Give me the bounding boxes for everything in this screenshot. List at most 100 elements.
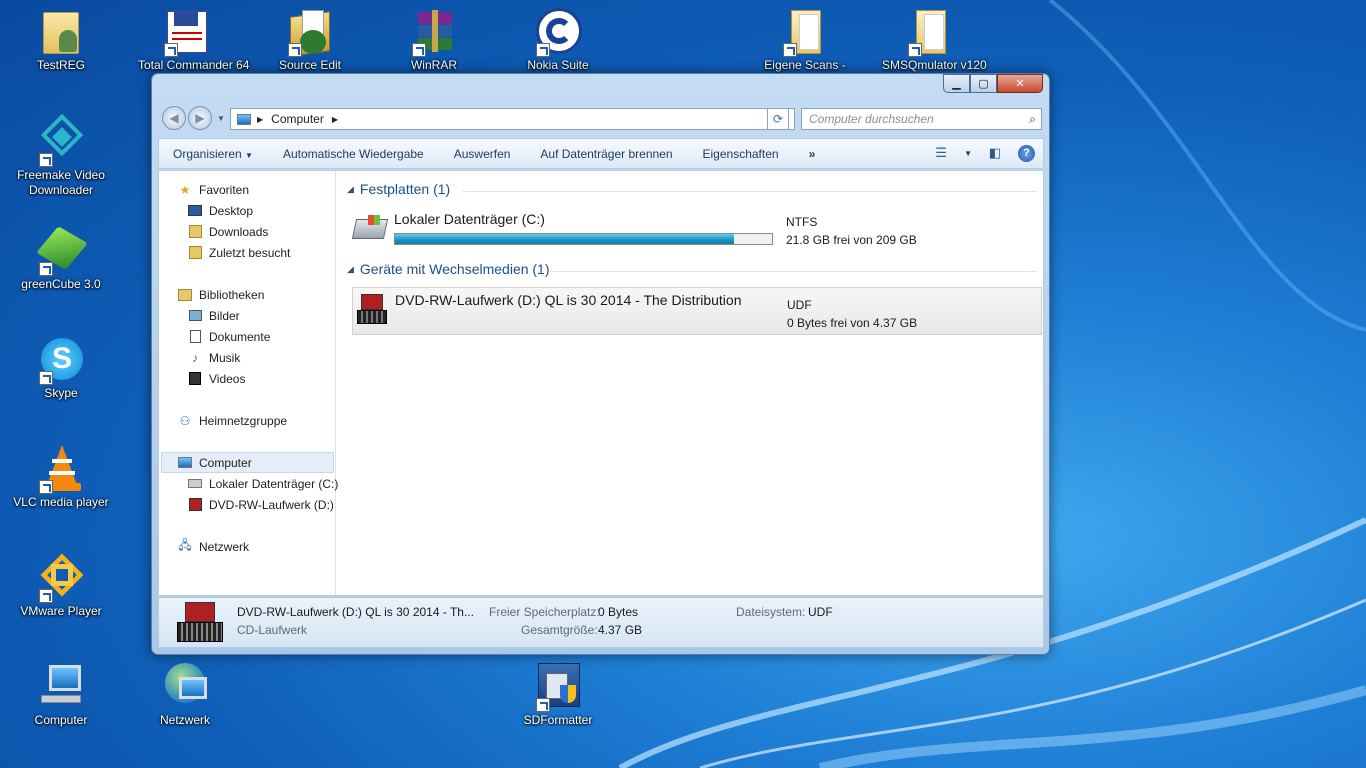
nav-libraries[interactable]: Bibliotheken [177,284,264,305]
folder-user-icon [37,8,85,56]
minimize-button[interactable]: ▁ [943,74,970,93]
back-button[interactable]: ◀ [162,106,186,130]
desktop-icon-skype[interactable]: S Skype [13,336,109,401]
details-type: CD-Laufwerk [237,623,308,637]
folder-icon [906,8,954,57]
maximize-button[interactable]: ▢ [970,74,997,93]
refresh-icon: ⟳ [772,112,784,126]
toolbar-eject[interactable]: Auswerfen [454,147,511,161]
collapse-triangle-icon: ◢ [347,183,354,194]
nokia-suite-icon [534,8,582,57]
desktop-icon-testreg[interactable]: TestREG [13,8,109,73]
desktop-icon-nokia-suite[interactable]: Nokia Suite [510,8,606,73]
details-title: DVD-RW-Laufwerk (D:) QL is 30 2014 - Th.… [237,605,474,619]
close-button[interactable]: ✕ [997,74,1043,93]
nav-pictures[interactable]: Bilder [187,305,240,326]
history-dropdown-icon[interactable]: ▼ [217,114,225,123]
forward-arrow-icon: ▶ [195,111,205,125]
details-total-label: Gesamtgröße: [521,623,598,637]
computer-monitor-icon [37,663,85,711]
nav-videos[interactable]: Videos [187,368,245,389]
green-cube-icon [36,226,88,276]
help-icon[interactable]: ? [1018,144,1035,162]
skype-icon: S [37,336,85,385]
freemake-diamond-icon [37,113,85,167]
breadcrumb-computer[interactable]: Computer [271,112,324,126]
desktop-icon-winrar[interactable]: WinRAR [386,8,482,73]
desktop-icon-total-commander[interactable]: Total Commander 64 [138,8,249,73]
details-free-label: Freier Speicherplatz: [489,605,600,619]
nav-music[interactable]: ♪ Musik [187,347,240,368]
view-options-icon[interactable]: ☰ [932,144,950,162]
floppy-disk-icon [162,8,210,57]
dvd-drive-large-icon [177,602,223,644]
film-icon [187,371,203,387]
preview-pane-icon[interactable]: ◧ [986,144,1004,162]
desktop-icon-smsqmulator[interactable]: SMSQmulator v120 [882,8,987,73]
pictures-icon [187,308,203,324]
nav-downloads[interactable]: Downloads [187,221,268,242]
homegroup-icon: ⚇ [179,413,191,428]
desktop-icon-vmware[interactable]: VMware Player [13,553,109,619]
toolbar-properties[interactable]: Eigenschaften [703,147,779,161]
downloads-folder-icon [187,224,203,240]
drive-d-item[interactable]: DVD-RW-Laufwerk (D:) QL is 30 2014 - The… [352,287,1042,335]
drive-c-item[interactable]: Lokaler Datenträger (C:) NTFS 21.8 GB fr… [351,207,1042,253]
libraries-icon [177,287,193,303]
documents-icon [187,329,203,345]
desktop-icon [187,203,203,219]
content-pane: ◢ Festplatten (1) Lokaler Datenträger (C… [337,171,1043,595]
folder-icon [781,8,829,57]
nav-desktop[interactable]: Desktop [187,200,253,221]
nav-drive-c[interactable]: Lokaler Datenträger (C:) [187,473,338,494]
address-bar[interactable]: ▶ Computer ▶ ▼ [230,108,795,130]
command-bar: Organisieren ▼ Automatische Wiedergabe A… [158,138,1044,169]
dvd-drive-icon [357,294,387,326]
nav-recent[interactable]: Zuletzt besucht [187,242,290,263]
folder-documents-icon [286,8,334,57]
group-header-removable[interactable]: ◢ Geräte mit Wechselmedien (1) [347,261,1037,277]
view-dropdown-icon[interactable]: ▼ [964,149,972,158]
desktop-icon-sdformatter[interactable]: SDFormatter [510,663,606,728]
dvd-drive-icon [187,497,203,513]
nav-computer[interactable]: Computer [161,452,334,473]
sdformatter-icon [534,663,582,712]
desktop-icon-eigene-scans[interactable]: Eigene Scans - [757,8,853,73]
windows-logo-icon [368,215,380,225]
desktop-icon-source-edit[interactable]: Source Edit [262,8,358,73]
toolbar-organize[interactable]: Organisieren ▼ [173,147,253,161]
desktop-icon-computer[interactable]: Computer [13,663,109,728]
dropdown-arrow-icon: ▼ [245,150,253,160]
music-note-icon: ♪ [192,350,198,365]
toolbar-autoplay[interactable]: Automatische Wiedergabe [283,147,424,161]
nav-homegroup[interactable]: ⚇ Heimnetzgruppe [177,410,287,431]
desktop-icon-greencube[interactable]: greenCube 3.0 [13,226,109,292]
computer-small-icon [237,113,251,125]
details-pane: DVD-RW-Laufwerk (D:) QL is 30 2014 - Th.… [158,597,1044,648]
winrar-books-icon [410,8,458,57]
nav-documents[interactable]: Dokumente [187,326,270,347]
network-icon: 🖧 [178,538,192,552]
navigation-pane: ★ Favoriten Desktop Downloads Zuletzt bes… [159,171,338,595]
address-bar-row: ◀ ▶ ▼ ▶ Computer ▶ ▼ ⟳ Computer durchsuc… [160,104,1042,132]
toolbar-burn[interactable]: Auf Datenträger brennen [540,147,672,161]
nav-favorites[interactable]: ★ Favoriten [177,179,249,200]
desktop-icon-vlc[interactable]: VLC media player [13,445,109,510]
caption-buttons: ▁ ▢ ✕ [943,74,1043,93]
refresh-button[interactable]: ⟳ [767,108,789,130]
nav-drive-d[interactable]: DVD-RW-Laufwerk (D:) [187,494,334,515]
star-icon: ★ [179,182,191,197]
search-input[interactable]: Computer durchsuchen [801,108,1042,130]
computer-icon [177,455,193,471]
hard-drive-icon [187,476,203,492]
desktop-icon-freemake[interactable]: Freemake Video Downloader [13,113,109,198]
toolbar-more[interactable]: » [809,147,816,161]
forward-button[interactable]: ▶ [188,106,212,130]
desktop-icon-netzwerk[interactable]: Netzwerk [137,663,233,728]
explorer-window: ▁ ▢ ✕ ◀ ▶ ▼ ▶ Computer ▶ ▼ ⟳ Computer du… [151,73,1050,655]
nav-network[interactable]: 🖧 Netzwerk [177,536,249,557]
vlc-cone-icon [37,445,85,494]
group-header-hdd[interactable]: ◢ Festplatten (1) [347,181,1037,197]
details-total-value: 4.37 GB [598,623,643,637]
address-sep-icon: ▶ [257,114,264,124]
